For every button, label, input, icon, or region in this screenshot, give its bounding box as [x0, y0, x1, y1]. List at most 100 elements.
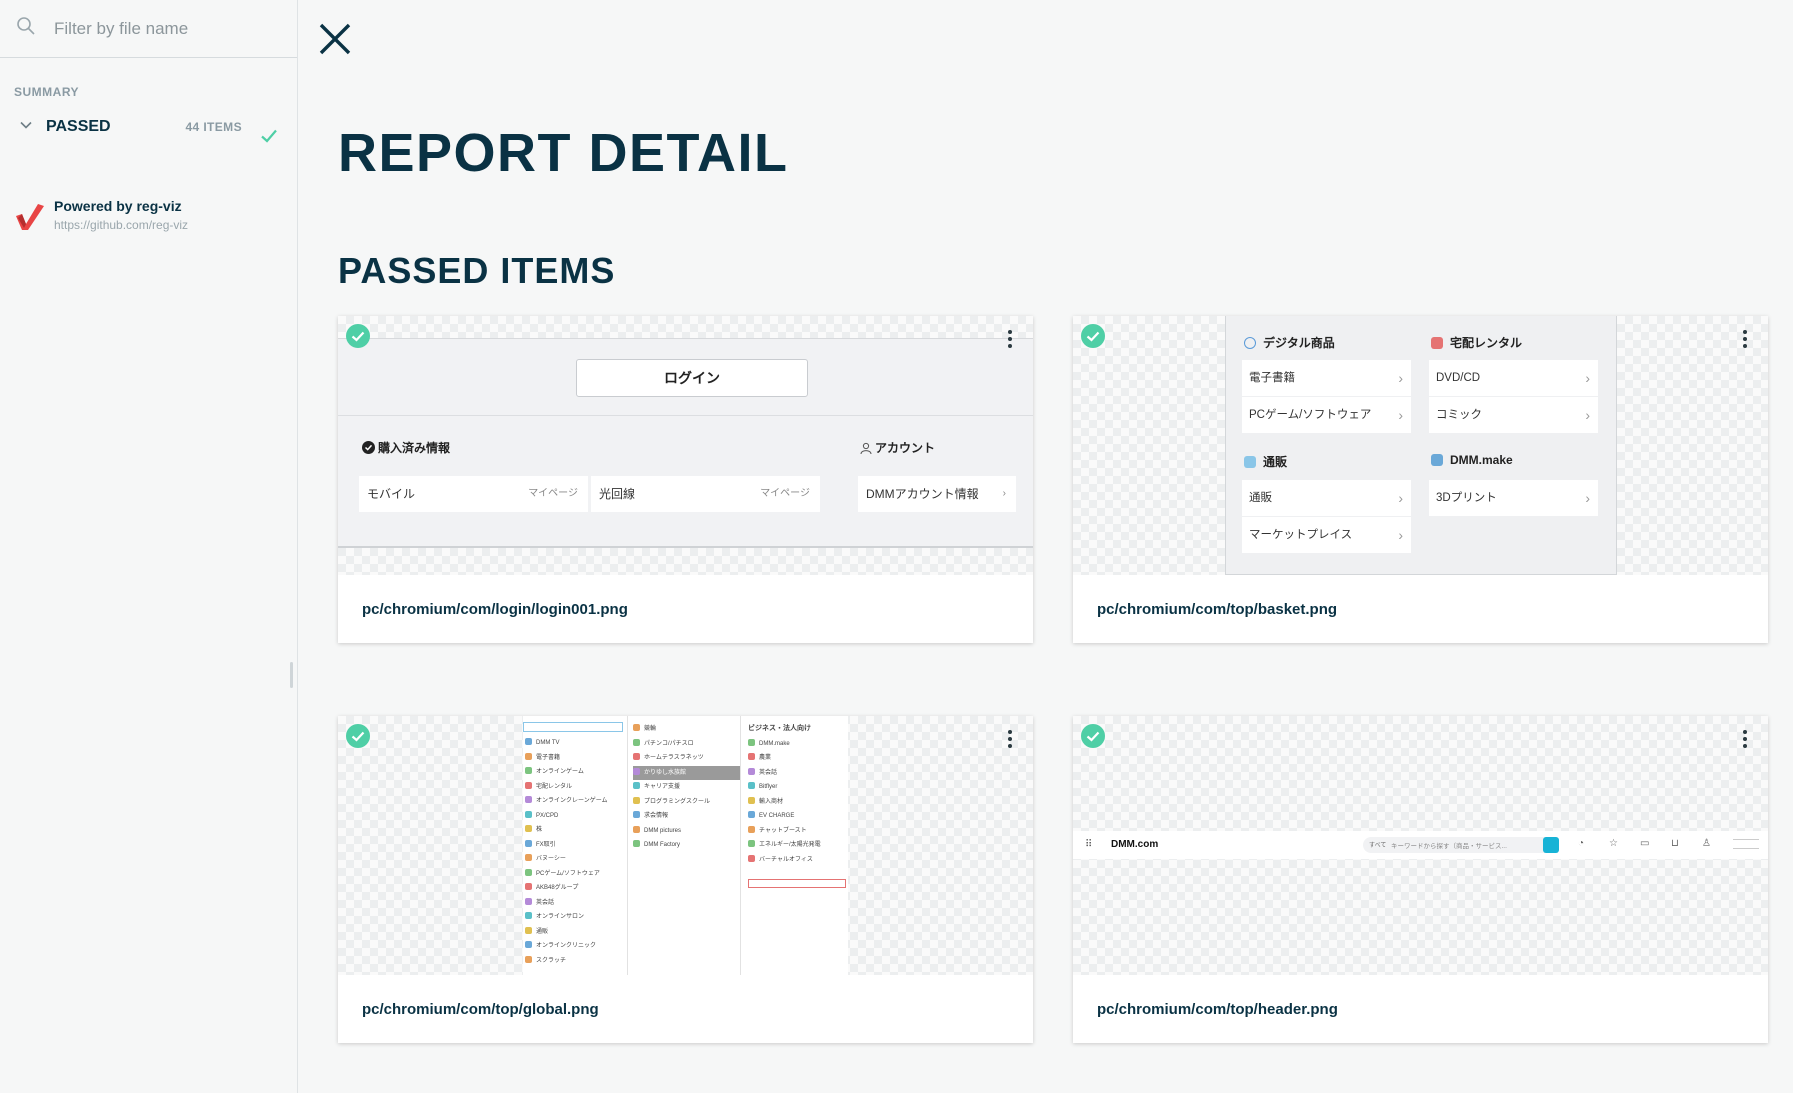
preview-3dprint-cell: 3Dプリント: [1429, 480, 1598, 516]
preview-header-category: すべて: [1369, 843, 1387, 849]
preview-global-item: スクラッチ: [525, 954, 627, 969]
passed-summary-item[interactable]: PASSED 44 ITEMS: [18, 114, 280, 143]
search-input[interactable]: [54, 18, 274, 39]
passed-check-icon: [346, 724, 370, 748]
preview-global-item: エネルギー/太陽光発電: [748, 838, 848, 853]
preview-global-col3: ビジネス・法人向け DMM.make 農業 英会話 Bitflyer 輸入商材 EV CH…: [742, 716, 848, 975]
preview-global-item: オンラインサロン: [525, 910, 627, 925]
sidebar-resize-handle[interactable]: [290, 662, 293, 688]
preview-header-adult-toggle: [1733, 839, 1759, 849]
preview-mobile-cell: モバイル マイページ: [359, 476, 588, 512]
preview-global-item: 英会話: [748, 766, 848, 781]
preview-global-item: 電子書籍: [525, 751, 627, 766]
preview-login-button: ログイン: [576, 359, 808, 397]
search-icon: [16, 16, 36, 41]
preview-header-search-text: キーワードから探す（商品・サービス...: [1391, 843, 1507, 850]
preview-global-item: 競輪: [633, 722, 740, 737]
passed-count: 44 ITEMS: [185, 120, 242, 134]
preview-global-item: かりゆし水族館: [633, 765, 740, 780]
preview-global-item: PX/CPD: [525, 809, 627, 824]
powered-by[interactable]: Powered by reg-viz https://github.com/re…: [14, 198, 188, 237]
report-card-basket[interactable]: デジタル商品 宅配レンタル 電子書籍 DVD/CD PCゲーム/ソフトウェア コ…: [1073, 316, 1768, 643]
card-menu-button[interactable]: [1007, 330, 1013, 350]
preview-purchased-heading: 購入済み情報: [362, 439, 450, 456]
report-card-header[interactable]: ⠿ DMM.com すべて キーワードから探す（商品・サービス... ◔ ☆ ▭…: [1073, 716, 1768, 1043]
preview-ebook-cell: 電子書籍: [1242, 360, 1411, 396]
star-icon: ☆: [1609, 838, 1618, 849]
preview-global-item: EV CHARGE: [748, 809, 848, 824]
card-menu-button[interactable]: [1007, 730, 1013, 750]
preview-global-item: DMM Factory: [633, 838, 740, 853]
preview-global-item: DMM TV: [525, 736, 627, 751]
bell-icon: ◔: [1578, 838, 1585, 849]
preview-global-item: チャットブースト: [748, 824, 848, 839]
preview-dvd-cell: DVD/CD: [1429, 360, 1598, 396]
preview-divider: [338, 415, 1033, 416]
preview-global-item: DMM pictures: [633, 824, 740, 839]
preview-global-item: AKB48グループ: [525, 881, 627, 896]
preview-global-item: プログラミングスクール: [633, 795, 740, 810]
preview-global-col2: 競輪 パチンコ/パチスロ ホームテラスラネッツ かりゆし水族館 キャリア支援 プログラミン…: [629, 716, 741, 975]
global-preview: DMM TV 電子書籍 オンラインゲーム 宅配レンタル オンラインクレーンゲーム PX/C…: [523, 716, 848, 975]
preview-account-cell: DMMアカウント情報 ›: [858, 476, 1016, 512]
preview-global-col1: DMM TV 電子書籍 オンラインゲーム 宅配レンタル オンラインクレーンゲーム PX/C…: [523, 716, 628, 975]
preview-global-item: オンラインクレーンゲーム: [525, 794, 627, 809]
page-title: REPORT DETAIL: [338, 123, 789, 183]
passed-check-icon: [1081, 724, 1105, 748]
preview-global-item: 株: [525, 823, 627, 838]
preview-global-col3-heading: ビジネス・法人向け: [748, 725, 811, 732]
powered-by-link[interactable]: https://github.com/reg-viz: [54, 218, 188, 232]
section-title: PASSED ITEMS: [338, 250, 616, 291]
card-preview: ログイン 購入済み情報 アカウント モバイル マイページ 光回線 マイページ DMM…: [338, 316, 1033, 575]
grid-menu-icon: ⠿: [1085, 839, 1092, 850]
preview-global-item: 農業: [748, 751, 848, 766]
preview-global-red-button: [748, 879, 846, 888]
preview-global-item: DMM.make: [748, 737, 848, 752]
preview-global-item: 輸入商材: [748, 795, 848, 810]
preview-global-item: バーチャルオフィス: [748, 853, 848, 868]
login-preview: ログイン 購入済み情報 アカウント モバイル マイページ 光回線 マイページ DMM…: [338, 338, 1033, 548]
preview-comic-cell: コミック: [1429, 397, 1598, 433]
chevron-down-icon: [18, 117, 34, 138]
preview-global-item: 宅配レンタル: [525, 780, 627, 795]
preview-mailorder-cell: 通販: [1242, 480, 1411, 516]
card-filename: pc/chromium/com/login/login001.png: [362, 601, 628, 618]
preview-fiber-cell: 光回線 マイページ: [591, 476, 820, 512]
header-preview: ⠿ DMM.com すべて キーワードから探す（商品・サービス... ◔ ☆ ▭…: [1073, 831, 1768, 859]
search-bar: [0, 0, 297, 58]
tv-icon: ▭: [1640, 838, 1650, 849]
passed-check-icon: [1081, 324, 1105, 348]
preview-global-item: オンラインゲーム: [525, 765, 627, 780]
preview-header-search-button: [1543, 837, 1559, 853]
report-card-login[interactable]: ログイン 購入済み情報 アカウント モバイル マイページ 光回線 マイページ DMM…: [338, 316, 1033, 643]
passed-check-icon: [346, 324, 370, 348]
report-card-global[interactable]: DMM TV 電子書籍 オンラインゲーム 宅配レンタル オンラインクレーンゲーム PX/C…: [338, 716, 1033, 1043]
preview-marketplace-cell: マーケットプレイス: [1242, 517, 1411, 553]
preview-global-item: パチンコ/パチスロ: [633, 737, 740, 752]
preview-rental-heading: 宅配レンタル: [1431, 334, 1522, 351]
card-preview: ⠿ DMM.com すべて キーワードから探す（商品・サービス... ◔ ☆ ▭…: [1073, 716, 1768, 975]
preview-global-item: ホームテラスラネッツ: [633, 751, 740, 766]
powered-by-text: Powered by reg-viz: [54, 198, 182, 214]
card-menu-button[interactable]: [1742, 730, 1748, 750]
preview-global-item: PCゲーム/ソフトウェア: [525, 867, 627, 882]
preview-global-item: FX取引: [525, 838, 627, 853]
preview-account-heading: アカウント: [860, 439, 935, 456]
card-filename: pc/chromium/com/top/global.png: [362, 1001, 599, 1018]
preview-global-item: キャリア支援: [633, 780, 740, 795]
preview-global-item: バヌーシー: [525, 852, 627, 867]
user-icon: ♙: [1702, 838, 1711, 849]
preview-global-item: 英会話: [525, 896, 627, 911]
cart-icon: ⊔: [1671, 838, 1679, 849]
close-icon: [319, 23, 351, 55]
card-menu-button[interactable]: [1742, 330, 1748, 350]
preview-global-item: 通販: [525, 925, 627, 940]
passed-label: PASSED: [46, 118, 111, 135]
card-filename: pc/chromium/com/top/basket.png: [1097, 601, 1338, 618]
preview-digital-heading: デジタル商品: [1244, 334, 1335, 351]
close-button[interactable]: [316, 20, 354, 58]
preview-header-search: すべて キーワードから探す（商品・サービス...: [1363, 837, 1553, 853]
preview-mailorder-heading: 通販: [1244, 453, 1287, 470]
summary-label: SUMMARY: [14, 85, 80, 99]
preview-global-item: 求会情報: [633, 809, 740, 824]
